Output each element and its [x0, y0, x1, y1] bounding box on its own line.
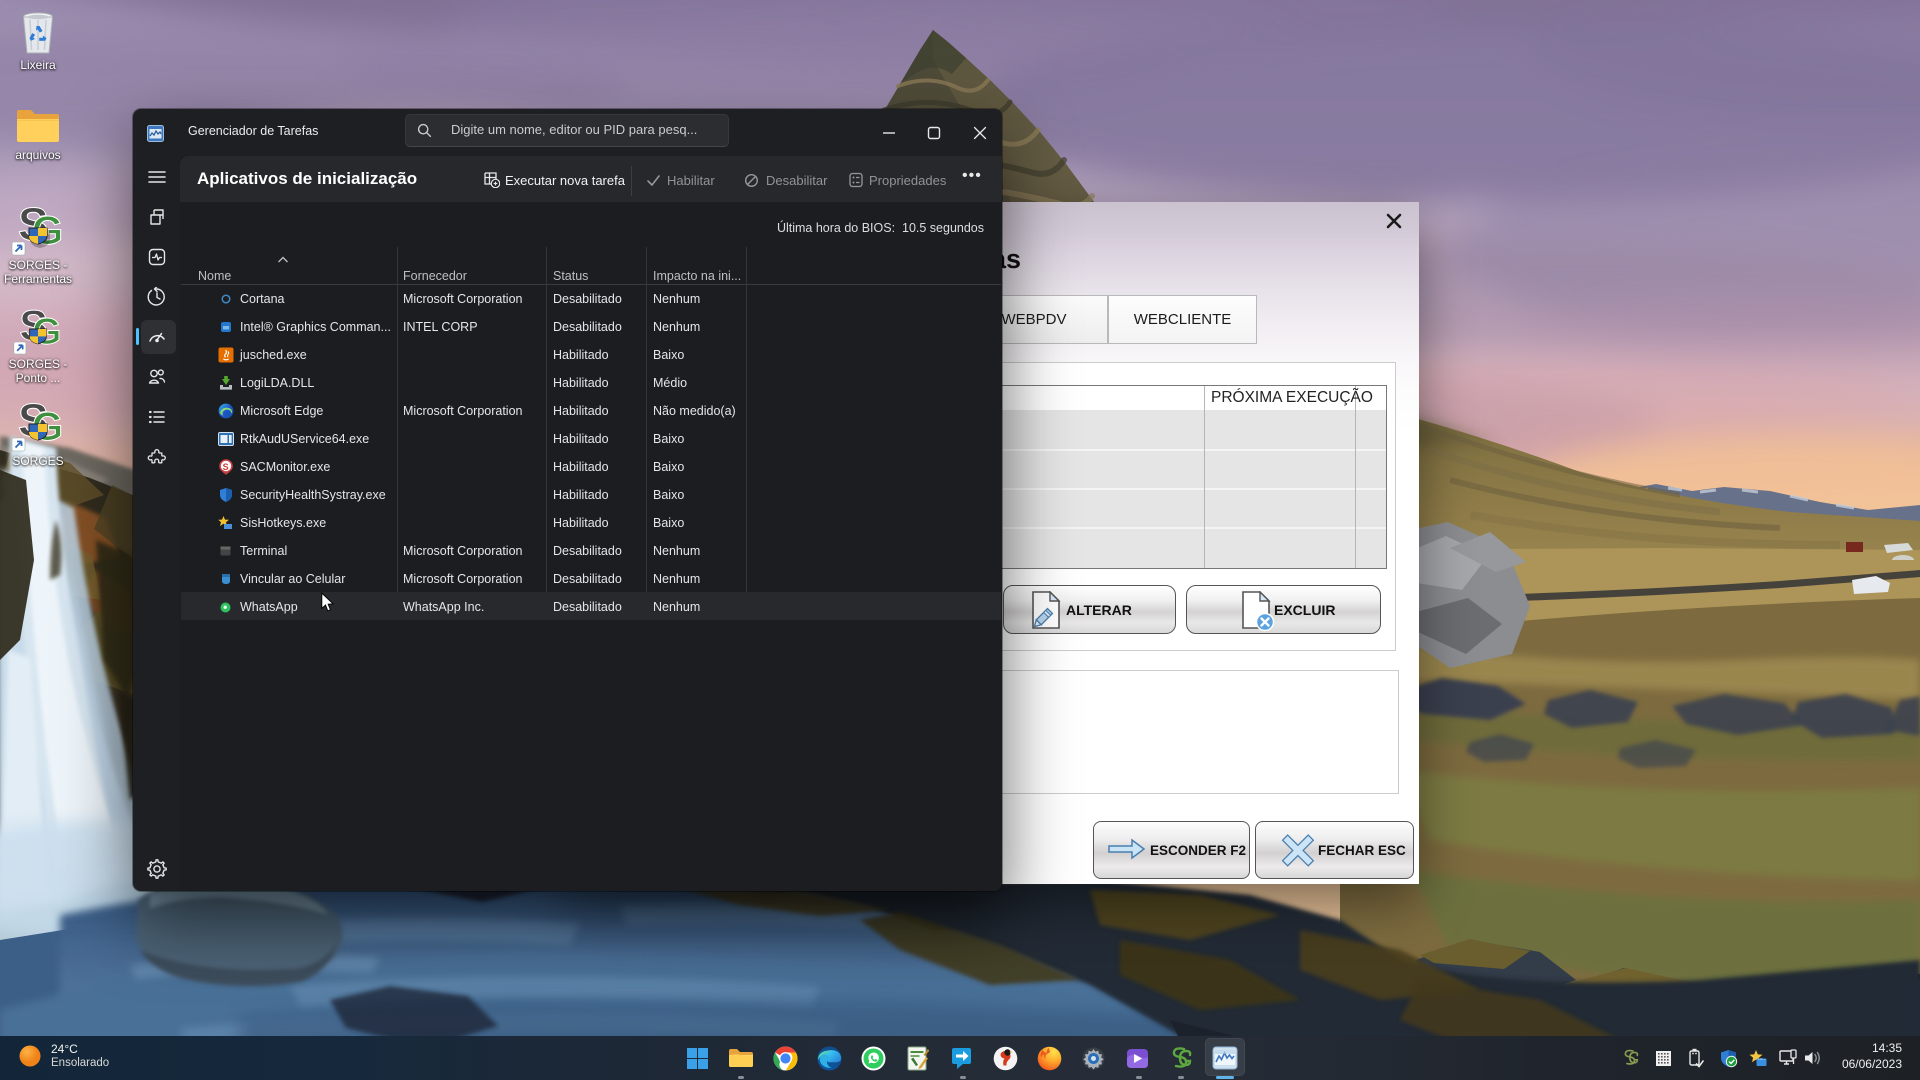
svg-text:S: S: [223, 462, 229, 472]
